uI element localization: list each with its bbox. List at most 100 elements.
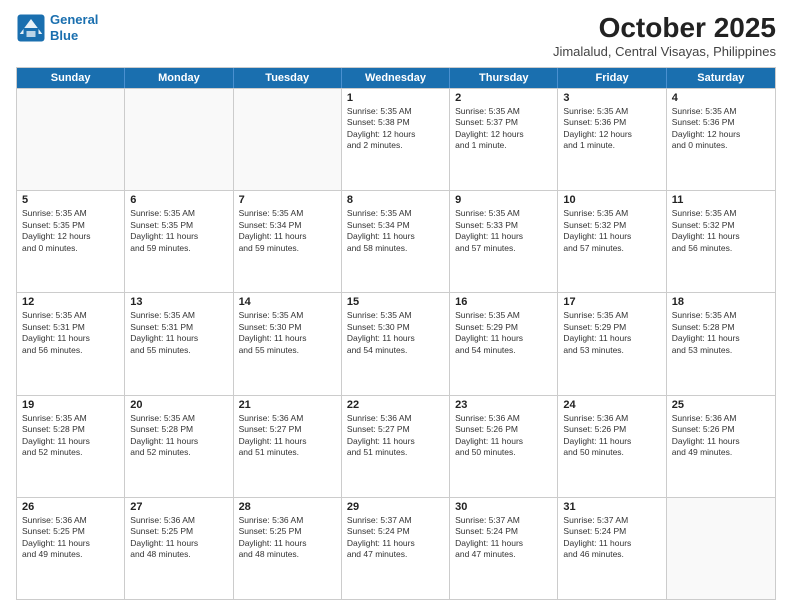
day-cell-12: 12 Sunrise: 5:35 AM Sunset: 5:31 PM Dayli… — [17, 293, 125, 394]
subtitle: Jimalalud, Central Visayas, Philippines — [553, 44, 776, 59]
cell-info: Sunrise: 5:35 AM Sunset: 5:37 PM Dayligh… — [455, 106, 552, 152]
day-cell-29: 29 Sunrise: 5:37 AM Sunset: 5:24 PM Dayli… — [342, 498, 450, 599]
day-number: 10 — [563, 194, 660, 206]
day-number: 3 — [563, 92, 660, 104]
logo-text: General Blue — [50, 12, 98, 43]
empty-cell — [234, 89, 342, 190]
cell-info: Sunrise: 5:35 AM Sunset: 5:34 PM Dayligh… — [239, 208, 336, 254]
header-day-friday: Friday — [558, 68, 666, 88]
day-cell-7: 7 Sunrise: 5:35 AM Sunset: 5:34 PM Daylig… — [234, 191, 342, 292]
cell-info: Sunrise: 5:36 AM Sunset: 5:25 PM Dayligh… — [22, 515, 119, 561]
week-row-4: 19Sunrise: 5:35 AM Sunset: 5:28 PM Dayli… — [17, 395, 775, 497]
day-cell-11: 11Sunrise: 5:35 AM Sunset: 5:32 PM Dayli… — [667, 191, 775, 292]
cell-info: Sunrise: 5:35 AM Sunset: 5:28 PM Dayligh… — [672, 310, 770, 356]
cell-info: Sunrise: 5:36 AM Sunset: 5:26 PM Dayligh… — [563, 413, 660, 459]
cell-info: Sunrise: 5:35 AM Sunset: 5:34 PM Dayligh… — [347, 208, 444, 254]
cell-info: Sunrise: 5:35 AM Sunset: 5:32 PM Dayligh… — [672, 208, 770, 254]
day-number: 7 — [239, 194, 336, 206]
day-number: 1 — [347, 92, 444, 104]
cell-info: Sunrise: 5:35 AM Sunset: 5:29 PM Dayligh… — [563, 310, 660, 356]
day-number: 2 — [455, 92, 552, 104]
logo-icon — [16, 13, 46, 43]
day-cell-4: 4Sunrise: 5:35 AM Sunset: 5:36 PM Daylig… — [667, 89, 775, 190]
day-number: 8 — [347, 194, 444, 206]
day-cell-15: 15 Sunrise: 5:35 AM Sunset: 5:30 PM Dayli… — [342, 293, 450, 394]
day-number: 23 — [455, 399, 552, 411]
day-cell-3: 3 Sunrise: 5:35 AM Sunset: 5:36 PM Daylig… — [558, 89, 666, 190]
day-cell-17: 17 Sunrise: 5:35 AM Sunset: 5:29 PM Dayli… — [558, 293, 666, 394]
day-number: 9 — [455, 194, 552, 206]
header: General Blue October 2025 Jimalalud, Cen… — [16, 12, 776, 59]
cell-info: Sunrise: 5:35 AM Sunset: 5:31 PM Dayligh… — [130, 310, 227, 356]
day-cell-26: 26 Sunrise: 5:36 AM Sunset: 5:25 PM Dayli… — [17, 498, 125, 599]
cell-info: Sunrise: 5:35 AM Sunset: 5:30 PM Dayligh… — [347, 310, 444, 356]
day-number: 12 — [22, 296, 119, 308]
cell-info: Sunrise: 5:35 AM Sunset: 5:38 PM Dayligh… — [347, 106, 444, 152]
cell-info: Sunrise: 5:36 AM Sunset: 5:25 PM Dayligh… — [130, 515, 227, 561]
header-day-monday: Monday — [125, 68, 233, 88]
day-cell-2: 2 Sunrise: 5:35 AM Sunset: 5:37 PM Daylig… — [450, 89, 558, 190]
day-cell-6: 6 Sunrise: 5:35 AM Sunset: 5:35 PM Daylig… — [125, 191, 233, 292]
day-number: 22 — [347, 399, 444, 411]
empty-cell — [667, 498, 775, 599]
day-cell-16: 16Sunrise: 5:35 AM Sunset: 5:29 PM Dayli… — [450, 293, 558, 394]
day-number: 26 — [22, 501, 119, 513]
cell-info: Sunrise: 5:37 AM Sunset: 5:24 PM Dayligh… — [347, 515, 444, 561]
day-number: 20 — [130, 399, 227, 411]
empty-cell — [125, 89, 233, 190]
cell-info: Sunrise: 5:37 AM Sunset: 5:24 PM Dayligh… — [455, 515, 552, 561]
day-cell-27: 27 Sunrise: 5:36 AM Sunset: 5:25 PM Dayli… — [125, 498, 233, 599]
day-number: 6 — [130, 194, 227, 206]
title-block: October 2025 Jimalalud, Central Visayas,… — [553, 12, 776, 59]
cell-info: Sunrise: 5:35 AM Sunset: 5:31 PM Dayligh… — [22, 310, 119, 356]
cell-info: Sunrise: 5:35 AM Sunset: 5:28 PM Dayligh… — [130, 413, 227, 459]
day-number: 17 — [563, 296, 660, 308]
day-number: 21 — [239, 399, 336, 411]
cell-info: Sunrise: 5:35 AM Sunset: 5:35 PM Dayligh… — [22, 208, 119, 254]
cell-info: Sunrise: 5:35 AM Sunset: 5:30 PM Dayligh… — [239, 310, 336, 356]
header-day-saturday: Saturday — [667, 68, 775, 88]
week-row-2: 5 Sunrise: 5:35 AM Sunset: 5:35 PM Daylig… — [17, 190, 775, 292]
day-number: 28 — [239, 501, 336, 513]
logo-line2: Blue — [50, 28, 78, 43]
day-number: 18 — [672, 296, 770, 308]
logo: General Blue — [16, 12, 98, 43]
week-row-1: 1 Sunrise: 5:35 AM Sunset: 5:38 PM Daylig… — [17, 88, 775, 190]
cell-info: Sunrise: 5:35 AM Sunset: 5:36 PM Dayligh… — [672, 106, 770, 152]
cell-info: Sunrise: 5:36 AM Sunset: 5:27 PM Dayligh… — [347, 413, 444, 459]
day-number: 27 — [130, 501, 227, 513]
cell-info: Sunrise: 5:35 AM Sunset: 5:36 PM Dayligh… — [563, 106, 660, 152]
day-number: 5 — [22, 194, 119, 206]
week-row-5: 26 Sunrise: 5:36 AM Sunset: 5:25 PM Dayli… — [17, 497, 775, 599]
day-cell-5: 5 Sunrise: 5:35 AM Sunset: 5:35 PM Daylig… — [17, 191, 125, 292]
cell-info: Sunrise: 5:35 AM Sunset: 5:35 PM Dayligh… — [130, 208, 227, 254]
cell-info: Sunrise: 5:36 AM Sunset: 5:25 PM Dayligh… — [239, 515, 336, 561]
week-row-3: 12 Sunrise: 5:35 AM Sunset: 5:31 PM Dayli… — [17, 292, 775, 394]
cell-info: Sunrise: 5:35 AM Sunset: 5:33 PM Dayligh… — [455, 208, 552, 254]
day-number: 30 — [455, 501, 552, 513]
day-cell-13: 13 Sunrise: 5:35 AM Sunset: 5:31 PM Dayli… — [125, 293, 233, 394]
day-cell-21: 21Sunrise: 5:36 AM Sunset: 5:27 PM Dayli… — [234, 396, 342, 497]
day-number: 29 — [347, 501, 444, 513]
day-number: 14 — [239, 296, 336, 308]
day-cell-8: 8 Sunrise: 5:35 AM Sunset: 5:34 PM Daylig… — [342, 191, 450, 292]
cell-info: Sunrise: 5:35 AM Sunset: 5:29 PM Dayligh… — [455, 310, 552, 356]
cell-info: Sunrise: 5:35 AM Sunset: 5:32 PM Dayligh… — [563, 208, 660, 254]
day-cell-9: 9 Sunrise: 5:35 AM Sunset: 5:33 PM Daylig… — [450, 191, 558, 292]
cell-info: Sunrise: 5:37 AM Sunset: 5:24 PM Dayligh… — [563, 515, 660, 561]
day-cell-22: 22 Sunrise: 5:36 AM Sunset: 5:27 PM Dayli… — [342, 396, 450, 497]
day-cell-14: 14 Sunrise: 5:35 AM Sunset: 5:30 PM Dayli… — [234, 293, 342, 394]
page: General Blue October 2025 Jimalalud, Cen… — [0, 0, 792, 612]
day-number: 13 — [130, 296, 227, 308]
day-cell-30: 30 Sunrise: 5:37 AM Sunset: 5:24 PM Dayli… — [450, 498, 558, 599]
calendar-body: 1 Sunrise: 5:35 AM Sunset: 5:38 PM Daylig… — [17, 88, 775, 599]
month-title: October 2025 — [553, 12, 776, 44]
day-cell-28: 28 Sunrise: 5:36 AM Sunset: 5:25 PM Dayli… — [234, 498, 342, 599]
calendar: SundayMondayTuesdayWednesdayThursdayFrid… — [16, 67, 776, 600]
day-cell-23: 23Sunrise: 5:36 AM Sunset: 5:26 PM Dayli… — [450, 396, 558, 497]
day-number: 15 — [347, 296, 444, 308]
day-cell-24: 24Sunrise: 5:36 AM Sunset: 5:26 PM Dayli… — [558, 396, 666, 497]
empty-cell — [17, 89, 125, 190]
header-day-tuesday: Tuesday — [234, 68, 342, 88]
day-cell-31: 31Sunrise: 5:37 AM Sunset: 5:24 PM Dayli… — [558, 498, 666, 599]
